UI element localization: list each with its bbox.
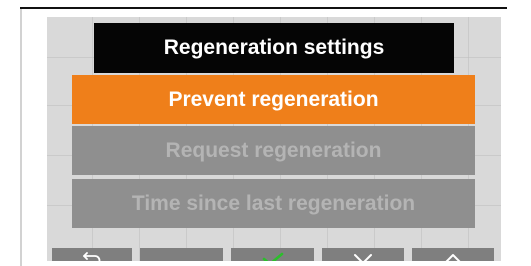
checkmark-icon	[262, 252, 283, 261]
menu-item-prevent-regeneration[interactable]: Prevent regeneration	[72, 75, 475, 124]
down-softkey[interactable]	[322, 248, 404, 261]
chevron-down-icon	[354, 254, 372, 261]
screen-title: Regeneration settings	[94, 23, 454, 73]
display-screen: Regeneration settings Prevent regenerati…	[47, 17, 501, 261]
menu-item-label: Time since last regeneration	[131, 191, 416, 215]
confirm-softkey[interactable]	[231, 248, 314, 261]
up-softkey[interactable]	[412, 248, 494, 261]
menu-item-time-since-last-regeneration[interactable]: Time since last regeneration	[72, 179, 475, 228]
device-frame-top-edge	[20, 7, 507, 9]
menu-item-label: Prevent regeneration	[168, 87, 379, 111]
back-softkey[interactable]	[52, 248, 132, 261]
screen-title-text: Regeneration settings	[163, 36, 385, 59]
menu-item-label: Request regeneration	[165, 138, 382, 162]
device-frame-left-edge	[20, 9, 22, 266]
back-arrow-icon	[83, 252, 101, 261]
blank-softkey[interactable]	[140, 248, 223, 261]
chevron-up-icon	[445, 254, 461, 261]
menu-item-request-regeneration[interactable]: Request regeneration	[72, 126, 475, 175]
